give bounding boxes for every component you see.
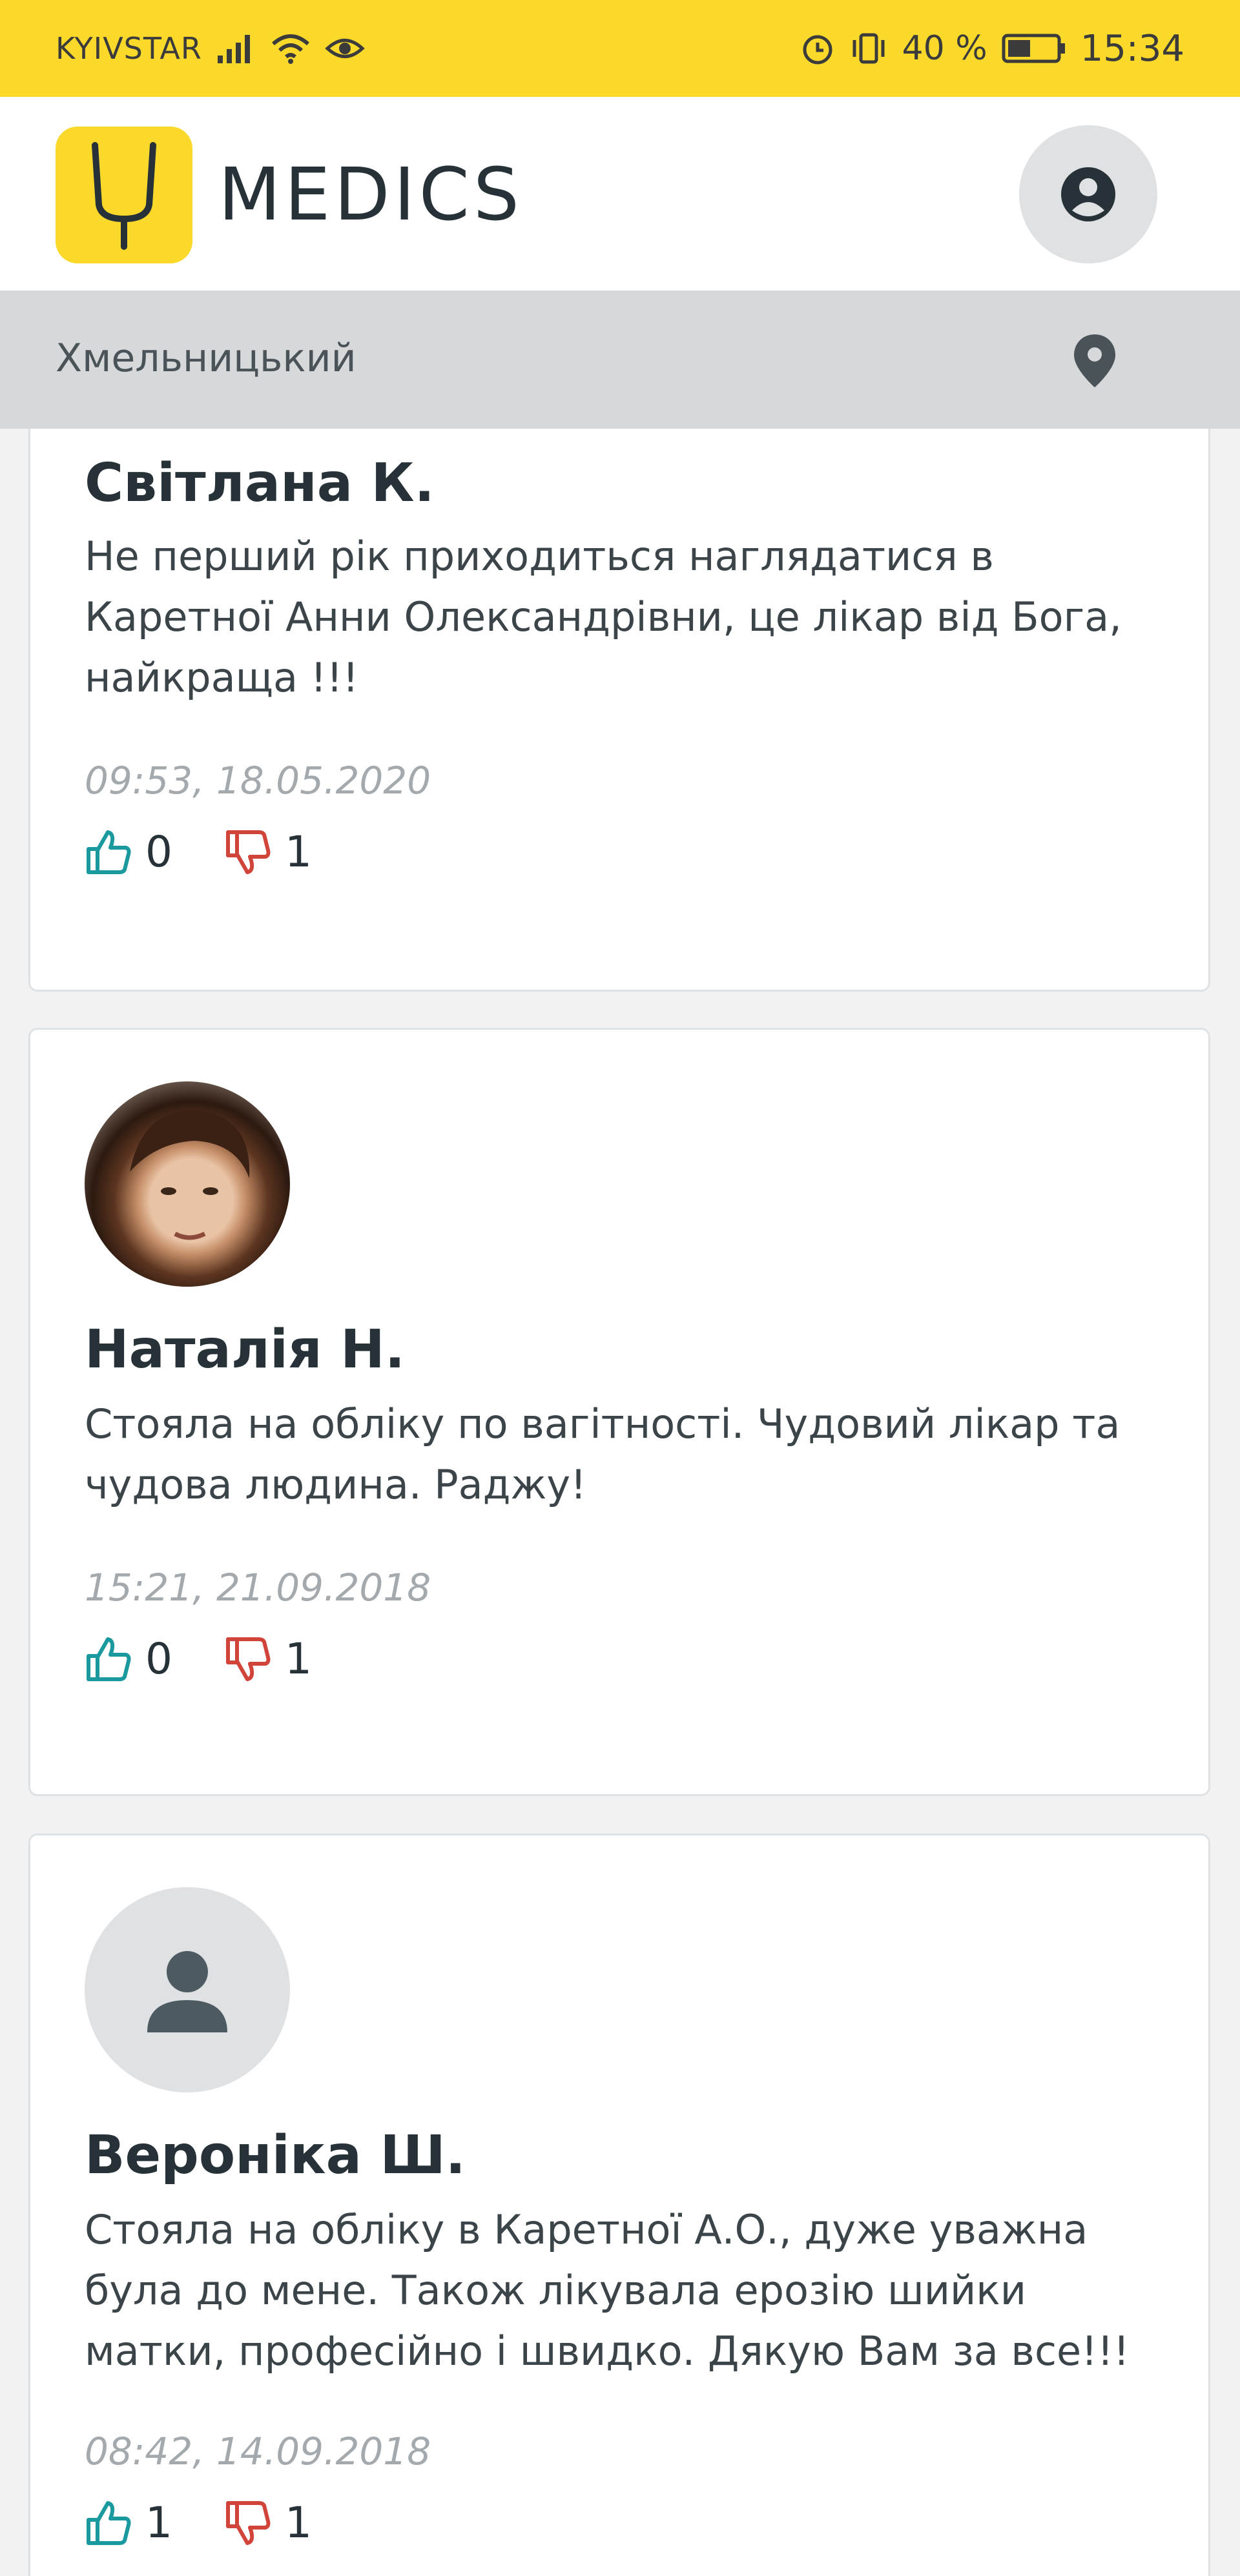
vibrate-icon <box>852 33 884 64</box>
alarm-icon <box>803 35 832 65</box>
review-votes: 1 1 <box>85 2498 348 2548</box>
user-button[interactable] <box>1019 125 1157 263</box>
dislike-count: 1 <box>285 827 312 877</box>
carrier-label: KYIVSTAR <box>56 31 202 66</box>
review-author: Наталія Н. <box>85 1319 405 1380</box>
review-text: Стояла на обліку по вагітності. Чудовий … <box>85 1400 1121 1508</box>
thumbs-up-icon <box>87 1637 131 1681</box>
dislike-button[interactable]: 1 <box>224 2498 312 2548</box>
dislike-button[interactable]: 1 <box>224 1634 312 1684</box>
review-votes: 0 1 <box>85 1634 348 1684</box>
review-date: 08:42, 14.09.2018 <box>85 2429 431 2473</box>
review-card: Світлана К. Не перший рік приходиться на… <box>28 429 1210 992</box>
location-pin-icon[interactable] <box>1072 333 1117 389</box>
clock: 15:34 <box>1080 27 1184 70</box>
review-votes: 0 1 <box>85 827 348 877</box>
brand-name[interactable]: MEDICS <box>218 156 523 234</box>
like-count: 0 <box>145 1634 172 1684</box>
review-date: 09:53, 18.05.2020 <box>85 759 431 802</box>
review-text: Не перший рік приходиться наглядатися в … <box>85 533 1122 701</box>
avatar <box>85 1081 290 1287</box>
city-name: Хмельницький <box>56 336 356 381</box>
review-card: Вероніка Ш. Стояла на обліку в Каретної … <box>28 1834 1210 2576</box>
dislike-button[interactable]: 1 <box>224 827 312 877</box>
review-card: Наталія Н. Стояла на обліку по вагітност… <box>28 1028 1210 1796</box>
review-author: Світлана К. <box>85 453 435 514</box>
signal-icon <box>217 35 250 63</box>
thumbs-down-icon <box>226 2500 271 2545</box>
avatar-placeholder <box>85 1887 290 2092</box>
battery-icon <box>1002 34 1065 63</box>
thumbs-up-icon <box>87 830 131 874</box>
dislike-count: 1 <box>285 2498 312 2548</box>
review-author: Вероніка Ш. <box>85 2125 466 2186</box>
battery-percent: 40 % <box>902 29 987 68</box>
wifi-icon <box>271 34 309 64</box>
user-icon <box>1061 167 1115 221</box>
like-button[interactable]: 1 <box>85 2498 172 2548</box>
review-text: Стояла на обліку в Каретної А.О., дуже у… <box>85 2206 1130 2375</box>
app-header: MEDICS <box>0 97 1240 291</box>
dislike-count: 1 <box>285 1634 312 1684</box>
reviews-list[interactable]: Світлана К. Не перший рік приходиться на… <box>0 429 1240 2576</box>
review-date: 15:21, 21.09.2018 <box>85 1566 431 1610</box>
thumbs-down-icon <box>226 1637 271 1681</box>
like-button[interactable]: 0 <box>85 1634 172 1684</box>
thumbs-up-icon <box>87 2500 131 2545</box>
like-button[interactable]: 0 <box>85 827 172 877</box>
status-bar: KYIVSTAR 40 % 15:34 <box>0 0 1240 97</box>
user-icon <box>147 1951 227 2032</box>
stethoscope-icon[interactable] <box>56 127 192 263</box>
thumbs-down-icon <box>226 830 271 874</box>
eye-icon <box>325 39 365 58</box>
city-selector[interactable]: Хмельницький <box>0 291 1240 429</box>
like-count: 0 <box>145 827 172 877</box>
like-count: 1 <box>145 2498 172 2548</box>
